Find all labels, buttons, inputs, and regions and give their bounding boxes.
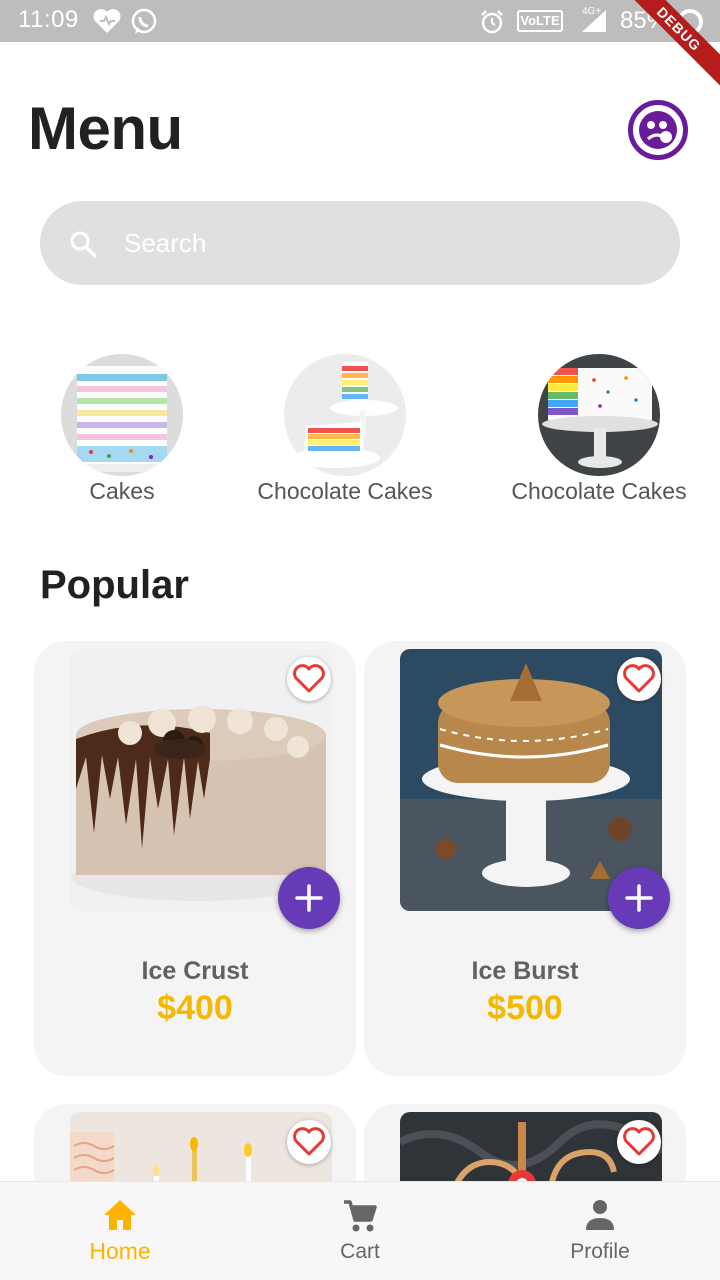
product-card[interactable]: Ice Crust $400: [34, 641, 356, 1076]
product-name: Ice Burst: [471, 957, 579, 985]
whatsapp-icon: [130, 8, 158, 41]
nav-label: Home: [89, 1238, 151, 1264]
heart-outline-icon: [623, 1127, 655, 1156]
home-icon: [104, 1200, 136, 1230]
page-title: Menu: [28, 95, 183, 162]
search-icon: [68, 229, 98, 264]
category-label: Cakes: [89, 478, 155, 504]
product-name: Ice Crust: [141, 957, 249, 985]
heart-outline-icon: [293, 664, 325, 693]
nav-item-home[interactable]: Home: [40, 1182, 200, 1280]
add-to-cart-button[interactable]: [608, 867, 670, 929]
favorite-button[interactable]: [287, 1120, 331, 1164]
signal-icon: [580, 8, 608, 39]
status-bar: 11:09 VoLTE 4G+ 85% DEBUG: [0, 0, 720, 90]
category-image-sprinkle-cake: [538, 354, 660, 476]
profile-avatar-icon[interactable]: [628, 100, 688, 160]
heart-icon: [92, 8, 122, 39]
category-item[interactable]: Cakes: [60, 354, 184, 505]
nav-label: Profile: [570, 1240, 630, 1263]
volte-badge: VoLTE: [517, 10, 563, 32]
nav-item-cart[interactable]: Cart: [280, 1182, 440, 1280]
search-input[interactable]: [124, 201, 644, 285]
category-item[interactable]: Chocolate Cakes: [504, 354, 694, 505]
person-icon: [586, 1200, 614, 1230]
cart-icon: [344, 1200, 377, 1232]
category-image-rainbow-cake: [61, 354, 183, 476]
favorite-button[interactable]: [617, 657, 661, 701]
category-image-layered-cake-slices: [284, 354, 406, 476]
category-label: Chocolate Cakes: [511, 478, 687, 504]
heart-outline-icon: [623, 664, 655, 693]
category-item[interactable]: Chocolate Cakes: [250, 354, 440, 505]
plus-icon: [625, 884, 653, 912]
favorite-button[interactable]: [617, 1120, 661, 1164]
nav-label: Cart: [340, 1240, 380, 1263]
favorite-button[interactable]: [287, 657, 331, 701]
nav-item-profile[interactable]: Profile: [520, 1182, 680, 1280]
product-card[interactable]: Ice Burst $500: [364, 641, 686, 1076]
add-to-cart-button[interactable]: [278, 867, 340, 929]
category-label: Chocolate Cakes: [257, 478, 433, 504]
product-price: $400: [157, 989, 233, 1027]
plus-icon: [295, 884, 323, 912]
section-title-popular: Popular: [40, 563, 189, 607]
bottom-navigation: Home Cart Profile: [0, 1181, 720, 1280]
heart-outline-icon: [293, 1127, 325, 1156]
status-time: 11:09: [18, 6, 79, 33]
alarm-icon: [479, 9, 505, 40]
product-price: $500: [487, 989, 563, 1027]
search-bar[interactable]: [40, 201, 680, 285]
